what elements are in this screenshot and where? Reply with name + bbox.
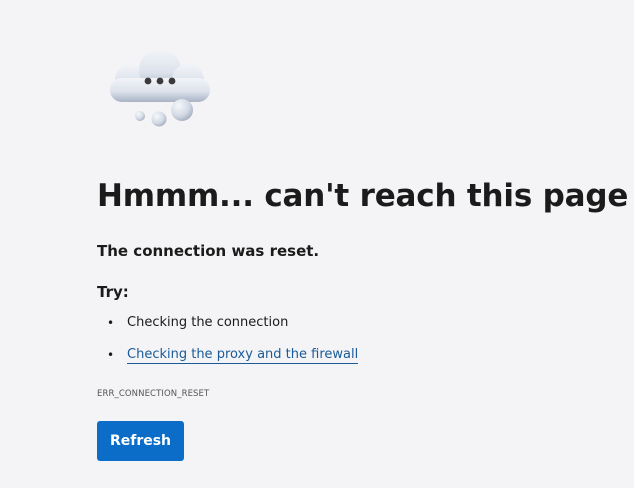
refresh-button[interactable]: Refresh [97, 421, 184, 461]
cloud-with-dots-icon [110, 49, 210, 127]
suggestion-list: • Checking the connection • Checking the… [97, 315, 359, 379]
dot-icon [168, 77, 176, 85]
dot-icon [144, 77, 152, 85]
check-proxy-firewall-link[interactable]: Checking the proxy and the firewall [127, 347, 359, 364]
bubble-icon [171, 99, 193, 121]
bubble-icon [135, 111, 145, 121]
try-label: Try: [97, 283, 129, 301]
cloud-shape [110, 49, 210, 102]
bubble-icon [151, 111, 167, 127]
error-description: The connection was reset. [97, 242, 320, 260]
error-page: Hmmm... can't reach this page The connec… [0, 0, 634, 488]
list-item: • Checking the proxy and the firewall [97, 347, 359, 379]
bullet-icon: • [107, 348, 115, 362]
error-code: ERR_CONNECTION_RESET [97, 389, 210, 399]
dot-icon [156, 77, 164, 85]
suggestion-check-connection: Checking the connection [127, 315, 289, 330]
page-title: Hmmm... can't reach this page [97, 178, 629, 214]
bullet-icon: • [107, 316, 115, 330]
list-item: • Checking the connection [97, 315, 358, 347]
